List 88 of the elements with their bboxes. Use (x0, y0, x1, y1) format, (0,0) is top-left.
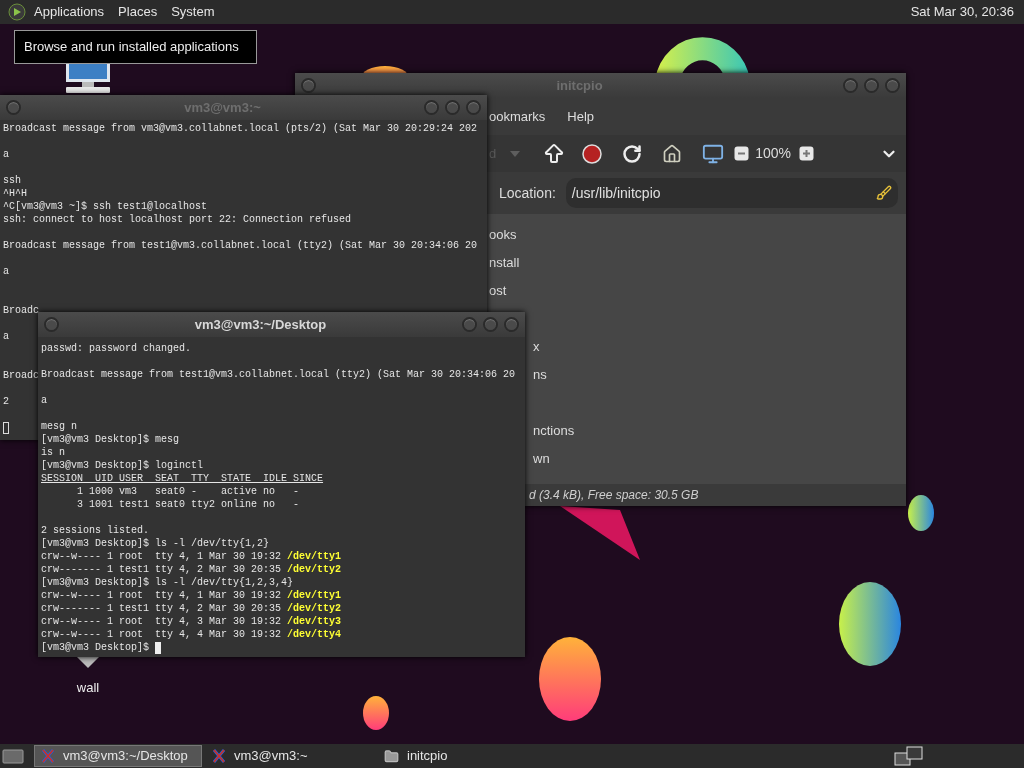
play-icon[interactable] (8, 3, 26, 21)
zoom-level: 100% (755, 144, 792, 163)
text-cursor (3, 421, 9, 434)
folder-icon (384, 748, 399, 764)
close-button[interactable] (504, 317, 519, 332)
taskbar-button[interactable]: vm3@vm3:~ (206, 745, 374, 767)
panel-menu[interactable]: Places (118, 2, 158, 22)
home-icon[interactable] (662, 143, 683, 164)
clear-icon[interactable] (876, 185, 892, 201)
maximize-button[interactable] (445, 100, 460, 115)
location-field[interactable]: /usr/lib/initcpio (565, 178, 898, 208)
close-button[interactable] (466, 100, 481, 115)
file-name[interactable]: ost (489, 281, 507, 301)
file-name[interactable]: nctions (533, 421, 575, 441)
terminal-line: passwd: password changed. (41, 342, 192, 355)
terminal-line: ssh: connect to host localhost port 22: Connection refused (3, 213, 352, 226)
terminal-line: SESSION UID USER SEAT TTY STATE IDLE SINCE (41, 472, 324, 485)
terminal-line: is n (41, 446, 65, 459)
panel-menu[interactable]: System (171, 2, 215, 22)
minimize-button[interactable] (462, 317, 477, 332)
zoom-out-icon[interactable] (734, 146, 750, 161)
terminal-line: [vm3@vm3 Desktop]$ ls -l /dev/tty{1,2,3,4} (41, 576, 294, 589)
device-path: /dev/tty1 (287, 589, 342, 602)
computer-icon[interactable] (64, 62, 112, 94)
x-icon (41, 749, 55, 763)
reload-icon[interactable] (622, 143, 643, 164)
terminal-line: crw--w---- 1 root tty 4, 1 Mar 30 19:32 (41, 550, 282, 563)
maximize-button[interactable] (864, 78, 879, 93)
taskbar-button[interactable]: vm3@vm3:~/Desktop (34, 745, 202, 767)
terminal-line: Broadc (3, 369, 39, 382)
terminal-line: Broadcast message from vm3@vm3.collabnet.local (pts/2) (Sat Mar 30 20:29:24 202 (3, 122, 478, 135)
panel-menu[interactable]: Applications (34, 2, 105, 22)
menu-item[interactable]: ookmarks (489, 106, 546, 127)
terminal-line: crw------- 1 test1 tty 4, 2 Mar 30 20:35 (41, 563, 282, 576)
device-path: /dev/tty2 (287, 602, 342, 615)
menu-item[interactable]: Help (567, 106, 595, 127)
device-path: /dev/tty4 (287, 628, 342, 641)
file-name[interactable]: x (533, 337, 540, 357)
device-path: /dev/tty2 (287, 563, 342, 576)
terminal-line: a (3, 148, 9, 161)
terminal-line: 3 1001 test1 seat0 tty2 online no - (76, 498, 300, 511)
location-label: Location: (499, 183, 556, 203)
terminal-line: 2 sessions listed. (41, 524, 150, 537)
terminal-line: ^H^H (3, 187, 27, 200)
clock[interactable]: Sat Mar 30, 20:36 (910, 2, 1014, 22)
terminal-line: Broadc (3, 304, 39, 317)
minimize-button[interactable] (424, 100, 439, 115)
desktop-icon-label[interactable]: wall (76, 678, 100, 698)
terminal-line: crw--w---- 1 root tty 4, 1 Mar 30 19:32 (41, 589, 282, 602)
file-name[interactable]: nstall (489, 253, 520, 273)
terminal-line: mesg n (41, 420, 77, 433)
file-name[interactable]: wn (533, 449, 550, 469)
terminal-line: Broadcast message from test1@vm3.collabnet.local (tty2) (Sat Mar 30 20:34:06 20 (41, 368, 516, 381)
terminal-line: [vm3@vm3 Desktop]$ loginctl (41, 459, 204, 472)
terminal-line: 2 (3, 395, 9, 408)
minimize-button[interactable] (843, 78, 858, 93)
terminal-line: [vm3@vm3 Desktop]$ ls -l /dev/tty{1,2} (41, 537, 270, 550)
terminal-line: ^C[vm3@vm3 ~]$ ssh test1@localhost (3, 200, 208, 213)
x-icon (212, 749, 226, 763)
terminal-line: a (3, 330, 9, 343)
window-title: vm3@vm3:~/Desktop (193, 315, 328, 334)
stop-icon[interactable] (582, 143, 603, 164)
tooltip: Browse and run installed applications (14, 30, 257, 64)
zoom-in-icon[interactable] (799, 146, 815, 161)
device-path: /dev/tty1 (287, 550, 342, 563)
taskbar-button[interactable]: initcpio (378, 745, 558, 767)
status-text: d (3.4 kB), Free space: 30.5 GB (529, 487, 699, 504)
workspace-switcher-icon[interactable] (894, 745, 924, 767)
file-name[interactable]: ooks (489, 225, 517, 245)
terminal-line: a (41, 394, 47, 407)
window-menu-button[interactable] (301, 78, 316, 93)
device-path: /dev/tty3 (287, 615, 342, 628)
window-menu-button[interactable] (6, 100, 21, 115)
terminal-line: Broadcast message from test1@vm3.collabnet.local (tty2) (Sat Mar 30 20:34:06 20 (3, 239, 478, 252)
window-menu-button[interactable] (44, 317, 59, 332)
terminal-line: crw--w---- 1 root tty 4, 3 Mar 30 19:32 (41, 615, 282, 628)
text-cursor (155, 641, 162, 654)
terminal-line: a (3, 265, 9, 278)
terminal-line: 1 1000 vm3 seat0 - active no - (76, 485, 300, 498)
terminal-line: [vm3@vm3 Desktop]$ mesg (41, 433, 180, 446)
maximize-button[interactable] (483, 317, 498, 332)
file-name[interactable]: ns (533, 365, 547, 385)
terminal-line: crw--w---- 1 root tty 4, 4 Mar 30 19:32 (41, 628, 282, 641)
close-button[interactable] (885, 78, 900, 93)
terminal-prompt: [vm3@vm3 Desktop]$ (41, 641, 150, 654)
terminal-line: crw------- 1 test1 tty 4, 2 Mar 30 20:35 (41, 602, 282, 615)
show-desktop-icon[interactable] (2, 747, 24, 765)
terminal-line: ssh (3, 174, 21, 187)
